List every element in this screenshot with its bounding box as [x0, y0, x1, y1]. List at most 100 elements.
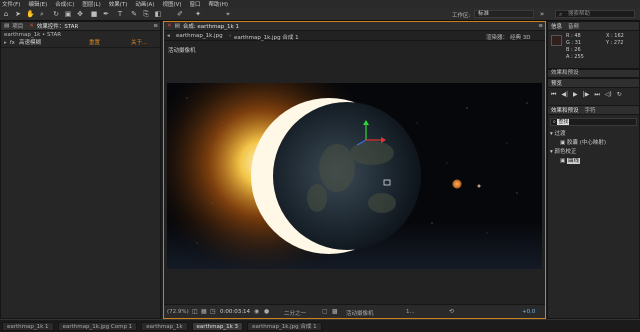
tab-effect-controls[interactable]: 效果控件：STAR	[37, 22, 79, 30]
timeline-tab-label: earthmap_1k	[146, 323, 183, 330]
snapshot-icon[interactable]: ◫	[192, 308, 198, 315]
loop-icon[interactable]: ↻	[617, 91, 622, 99]
camera-tool-icon[interactable]: ▣	[64, 10, 72, 18]
selection-tool-icon[interactable]: ➤	[14, 10, 22, 18]
view-layout-select[interactable]: 1...	[406, 309, 415, 315]
effect-preset-icon: ▣	[560, 158, 566, 164]
magnification-select[interactable]: (72.9%)	[167, 309, 189, 315]
camera-snapshot-icon[interactable]: ◉	[254, 308, 259, 315]
mask-visibility-icon[interactable]: ◳	[210, 308, 216, 315]
effects-presets-mini-header[interactable]: 效果和预设	[547, 69, 640, 78]
tree-item-curves[interactable]: ▣ 曲线	[550, 157, 638, 166]
composition-viewer-panel: ✕ ▤ 合成: earthmap_1k 1 ≡ ◂ earthmap_1k.jp…	[163, 21, 546, 319]
tab-effects-presets[interactable]: 效果和预设	[551, 106, 579, 114]
effects-presets-panel: 效果和预设 字符 ⌕ 查找 ▾ 过渡 ▣ 胶囊 (中心映射) ▾ 颜色校正 ▣ …	[547, 105, 640, 319]
menu-view[interactable]: 视图(V)	[162, 0, 181, 8]
tab-info[interactable]: 信息	[551, 22, 562, 30]
menu-file[interactable]: 文件(F)	[2, 0, 20, 8]
breadcrumb-item[interactable]: earthmap_1k.jpg	[176, 33, 223, 39]
composition-canvas[interactable]	[167, 83, 542, 269]
puppet-tool-icon[interactable]: ✦	[194, 10, 202, 18]
effects-search-input[interactable]: ⌕ 查找	[550, 118, 637, 126]
renderer-value[interactable]: 经典 3D	[510, 33, 530, 41]
search-icon: ⌕	[553, 119, 556, 125]
resolution-select[interactable]: 二分之一	[284, 309, 306, 317]
effect-controls-header: ▤ 项目 ✕ 效果控件：STAR ≡	[1, 22, 160, 31]
fx-icon[interactable]: fx	[10, 39, 15, 48]
menu-composition[interactable]: 合成(C)	[55, 0, 74, 8]
prev-frame-icon[interactable]: ◀|	[561, 91, 568, 99]
menu-layer[interactable]: 图层(L)	[82, 0, 100, 8]
close-tab-icon[interactable]: ✕	[29, 23, 34, 29]
viewer-menu-icon[interactable]: ≡	[538, 23, 543, 29]
region-icon[interactable]: ▢	[322, 308, 328, 315]
menu-effect[interactable]: 效果(T)	[109, 0, 128, 8]
clone-stamp-tool-icon[interactable]: ⎘	[142, 10, 150, 18]
search-help-input[interactable]: ⌕ 搜索帮助	[555, 10, 635, 18]
tab-preview[interactable]: 预览	[551, 79, 562, 87]
toolbar: ⌂ ➤ ✋ ⌕ ↻ ▣ ✥ ■ ✒ T ✎ ⎘ ◧ ✐ ✦ ⌖ 工作区: 标准 …	[0, 8, 640, 21]
timeline-tab-active[interactable]: earthmap_1k 3	[191, 321, 244, 331]
zoom-tool-icon[interactable]: ⌕	[38, 10, 46, 18]
timeline-tab[interactable]: earthmap_1k.jpg Comp 1	[57, 321, 138, 331]
info-g: G : 31	[566, 40, 582, 46]
effect-preset-icon: ▣	[560, 140, 566, 146]
chevron-down-icon: ▾	[550, 131, 553, 137]
hand-tool-icon[interactable]: ✋	[26, 10, 35, 18]
transparency-grid-icon[interactable]: ▩	[332, 308, 338, 315]
effect-expand-icon[interactable]: ▸	[4, 39, 7, 48]
menu-help[interactable]: 帮助(H)	[209, 0, 228, 8]
comp-lock-icon[interactable]: ▤	[175, 23, 180, 29]
channel-icon[interactable]: ●	[264, 308, 269, 315]
mute-icon[interactable]: ◁)	[605, 91, 612, 99]
rectangle-tool-icon[interactable]: ■	[90, 10, 98, 18]
breadcrumb-item[interactable]: earthmap_1k.jpg 合成 1	[234, 33, 299, 41]
rotate-tool-icon[interactable]: ↻	[52, 10, 60, 18]
roto-brush-icon[interactable]: ✐	[176, 10, 184, 18]
tree-folder-color-correction[interactable]: ▾ 颜色校正	[550, 148, 638, 157]
close-comp-icon[interactable]: ✕	[167, 23, 172, 29]
lock-icon[interactable]: ▤	[4, 23, 9, 29]
menu-window[interactable]: 窗口	[190, 0, 201, 8]
small-moon	[477, 184, 481, 188]
flowchart-icon[interactable]: ◂	[167, 33, 170, 39]
reset-link[interactable]: 重置	[89, 39, 100, 48]
viewer-header: ✕ ▤ 合成: earthmap_1k 1 ≡	[164, 22, 545, 31]
eraser-tool-icon[interactable]: ◧	[154, 10, 162, 18]
timeline-tab[interactable]: earthmap_1k 1	[2, 321, 54, 331]
pan-behind-tool-icon[interactable]: ✥	[76, 10, 84, 18]
pen-tool-icon[interactable]: ✒	[102, 10, 110, 18]
tab-character[interactable]: 字符	[585, 106, 596, 114]
snapping-icon[interactable]: ⌖	[224, 10, 232, 18]
menu-animation[interactable]: 动画(A)	[135, 0, 154, 8]
type-tool-icon[interactable]: T	[116, 10, 124, 18]
search-icon: ⌕	[559, 11, 563, 18]
home-icon[interactable]: ⌂	[2, 10, 10, 18]
grid-icon[interactable]: ▦	[201, 308, 207, 315]
reset-exposure-icon[interactable]: ⟲	[449, 308, 454, 315]
tab-composition[interactable]: 合成: earthmap_1k 1	[183, 22, 239, 30]
workspace-select[interactable]: 标准	[474, 10, 534, 18]
tab-audio[interactable]: 音频	[568, 22, 579, 30]
timeline-tab-label: earthmap_1k 3	[196, 323, 239, 330]
last-frame-icon[interactable]: ⏭	[594, 91, 599, 99]
timeline-tab[interactable]: earthmap_1k	[141, 321, 188, 331]
tree-item-capsule[interactable]: ▣ 胶囊 (中心映射)	[550, 139, 638, 148]
play-icon[interactable]: ▶	[573, 91, 578, 99]
tree-item-label-selected: 曲线	[566, 158, 580, 164]
timeline-tab[interactable]: earthmap_1k.jpg 合成 1	[247, 321, 322, 331]
chevron-down-icon: ▾	[550, 149, 553, 155]
tree-folder-transition[interactable]: ▾ 过渡	[550, 130, 638, 139]
menu-edit[interactable]: 编辑(E)	[28, 0, 47, 8]
timecode[interactable]: 0:00:03:14	[220, 309, 250, 315]
exposure-value[interactable]: +0.0	[522, 309, 535, 315]
camera-view-select[interactable]: 活动摄像机	[346, 309, 374, 317]
workspace-menu-icon[interactable]: »	[538, 10, 546, 18]
effects-presets-header: 效果和预设 字符	[548, 106, 639, 115]
panel-menu-icon[interactable]: ≡	[153, 23, 158, 29]
tab-project[interactable]: 项目	[12, 22, 23, 30]
first-frame-icon[interactable]: ⏮	[551, 91, 556, 99]
brush-tool-icon[interactable]: ✎	[130, 10, 138, 18]
about-link[interactable]: 关于...	[131, 39, 147, 48]
next-frame-icon[interactable]: |▶	[583, 91, 590, 99]
